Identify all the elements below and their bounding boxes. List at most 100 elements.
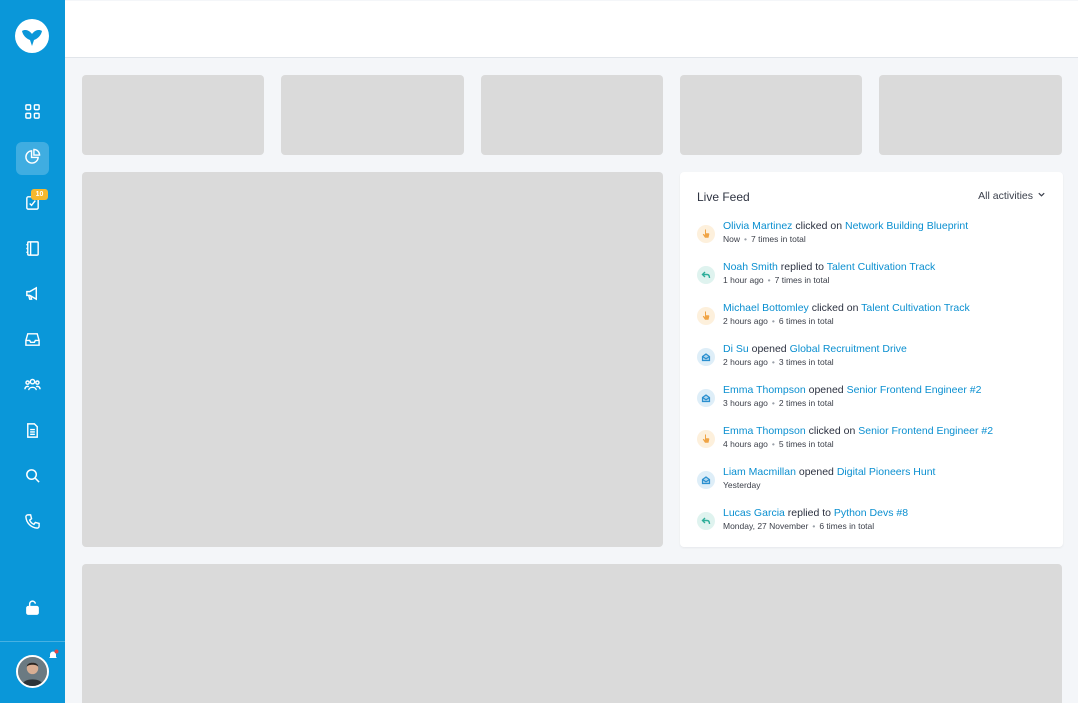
feed-item: Michael Bottomley clicked on Talent Cult… — [697, 302, 1047, 342]
main-panel-placeholder — [82, 172, 663, 547]
feed-time: 1 hour ago — [723, 275, 764, 285]
feed-target-link[interactable]: Global Recruitment Drive — [790, 343, 907, 355]
feed-count: 3 times in total — [778, 357, 834, 367]
feed-item-summary: Di Su opened Global Recruitment Drive — [723, 343, 907, 355]
feed-target-link[interactable]: Digital Pioneers Hunt — [837, 466, 936, 478]
feed-time: 4 hours ago — [723, 439, 768, 449]
nav-inbox[interactable] — [16, 325, 49, 358]
feed-target-link[interactable]: Senior Frontend Engineer #2 — [858, 425, 993, 437]
inbox-icon — [24, 331, 41, 353]
unlock-icon — [24, 599, 41, 621]
user-avatar[interactable] — [16, 655, 49, 688]
open-envelope-icon — [697, 471, 715, 489]
feed-item: Di Su opened Global Recruitment Drive 2 h… — [697, 343, 1047, 383]
search-icon — [24, 467, 41, 489]
chevron-down-icon — [1037, 190, 1046, 202]
activity-filter-dropdown[interactable]: All activities — [978, 190, 1046, 202]
feed-item: Noah Smith replied to Talent Cultivation… — [697, 261, 1047, 301]
notification-bell-icon[interactable] — [47, 648, 59, 660]
feed-item-summary: Lucas Garcia replied to Python Devs #8 — [723, 507, 908, 519]
analytics-pie-icon — [24, 148, 41, 170]
tasks-count-badge: 10 — [31, 189, 48, 200]
feed-target-link[interactable]: Network Building Blueprint — [845, 220, 968, 232]
feed-target-link[interactable]: Python Devs #8 — [834, 507, 908, 519]
nav-documents[interactable] — [16, 416, 49, 449]
feed-item-meta: Now • 7 times in total — [723, 234, 806, 244]
feed-target-link[interactable]: Talent Cultivation Track — [861, 302, 970, 314]
separator-dot: • — [812, 521, 816, 531]
live-feed-title: Live Feed — [697, 190, 750, 204]
top-bar — [65, 1, 1078, 58]
feed-time: 2 hours ago — [723, 357, 768, 367]
feed-count: 7 times in total — [774, 275, 830, 285]
feed-item-summary: Michael Bottomley clicked on Talent Cult… — [723, 302, 970, 314]
nav-contacts[interactable] — [16, 234, 49, 267]
feed-person-link[interactable]: Lucas Garcia — [723, 507, 785, 519]
feed-person-link[interactable]: Di Su — [723, 343, 749, 355]
feed-action-text: clicked on — [795, 220, 843, 232]
feed-action-text: opened — [798, 466, 834, 478]
feed-item-meta: 4 hours ago • 5 times in total — [723, 439, 834, 449]
feed-count: 2 times in total — [778, 398, 834, 408]
open-envelope-icon — [697, 348, 715, 366]
feed-item-meta: 3 hours ago • 2 times in total — [723, 398, 834, 408]
nav-dashboard[interactable] — [16, 97, 49, 130]
contacts-book-icon — [24, 240, 41, 262]
feed-item: Emma Thompson opened Senior Frontend Eng… — [697, 384, 1047, 424]
documents-icon — [24, 422, 41, 444]
feed-action-text: clicked on — [808, 425, 856, 437]
feed-person-link[interactable]: Emma Thompson — [723, 384, 806, 396]
stat-card-placeholder — [281, 75, 464, 155]
team-people-icon — [24, 376, 41, 398]
feed-person-link[interactable]: Liam Macmillan — [723, 466, 796, 478]
feed-item-meta: 2 hours ago • 3 times in total — [723, 357, 834, 367]
feed-person-link[interactable]: Olivia Martinez — [723, 220, 792, 232]
click-pointer-icon — [697, 430, 715, 448]
feed-item: Olivia Martinez clicked on Network Build… — [697, 220, 1047, 260]
feed-target-link[interactable]: Talent Cultivation Track — [827, 261, 936, 273]
nav-phone[interactable] — [16, 507, 49, 540]
nav-search[interactable] — [16, 461, 49, 494]
click-pointer-icon — [697, 225, 715, 243]
separator-dot: • — [744, 234, 747, 244]
feed-time: Yesterday — [723, 480, 761, 490]
nav-campaigns[interactable] — [16, 279, 49, 312]
separator-dot: • — [771, 439, 775, 449]
feed-target-link[interactable]: Senior Frontend Engineer #2 — [847, 384, 982, 396]
open-envelope-icon — [697, 389, 715, 407]
separator-dot: • — [767, 275, 771, 285]
feed-item-meta: 1 hour ago • 7 times in total — [723, 275, 829, 285]
stat-card-placeholder — [879, 75, 1062, 155]
feed-item: Emma Thompson clicked on Senior Frontend… — [697, 425, 1047, 465]
phone-icon — [24, 513, 41, 535]
dashboard-grid-icon — [24, 103, 41, 125]
bottom-panel-placeholder — [82, 564, 1062, 703]
feed-person-link[interactable]: Emma Thompson — [723, 425, 806, 437]
feed-item-meta: Yesterday — [723, 480, 761, 490]
activity-filter-label: All activities — [978, 190, 1033, 202]
nav-lock[interactable] — [16, 593, 49, 626]
nav-analytics[interactable] — [16, 142, 49, 175]
feed-item-meta: Monday, 27 November • 6 times in total — [723, 521, 874, 531]
feed-count: 6 times in total — [778, 316, 834, 326]
separator-dot: • — [771, 357, 775, 367]
feed-time: 2 hours ago — [723, 316, 768, 326]
stat-card-placeholder — [82, 75, 264, 155]
feed-action-text: clicked on — [811, 302, 859, 314]
nav-team[interactable] — [16, 370, 49, 403]
sidebar: 10 — [0, 0, 65, 703]
feed-person-link[interactable]: Michael Bottomley — [723, 302, 809, 314]
campaigns-megaphone-icon — [24, 285, 41, 307]
sidebar-divider — [0, 641, 65, 642]
feed-item-meta: 2 hours ago • 6 times in total — [723, 316, 834, 326]
feed-item-summary: Emma Thompson clicked on Senior Frontend… — [723, 425, 993, 437]
feed-item-summary: Noah Smith replied to Talent Cultivation… — [723, 261, 935, 273]
logo-icon[interactable] — [14, 18, 50, 54]
stat-card-placeholder — [481, 75, 663, 155]
feed-time: 3 hours ago — [723, 398, 768, 408]
feed-item: Lucas Garcia replied to Python Devs #8 Mo… — [697, 507, 1047, 547]
feed-person-link[interactable]: Noah Smith — [723, 261, 778, 273]
click-pointer-icon — [697, 307, 715, 325]
stat-card-placeholder — [680, 75, 862, 155]
feed-action-text: opened — [808, 384, 844, 396]
